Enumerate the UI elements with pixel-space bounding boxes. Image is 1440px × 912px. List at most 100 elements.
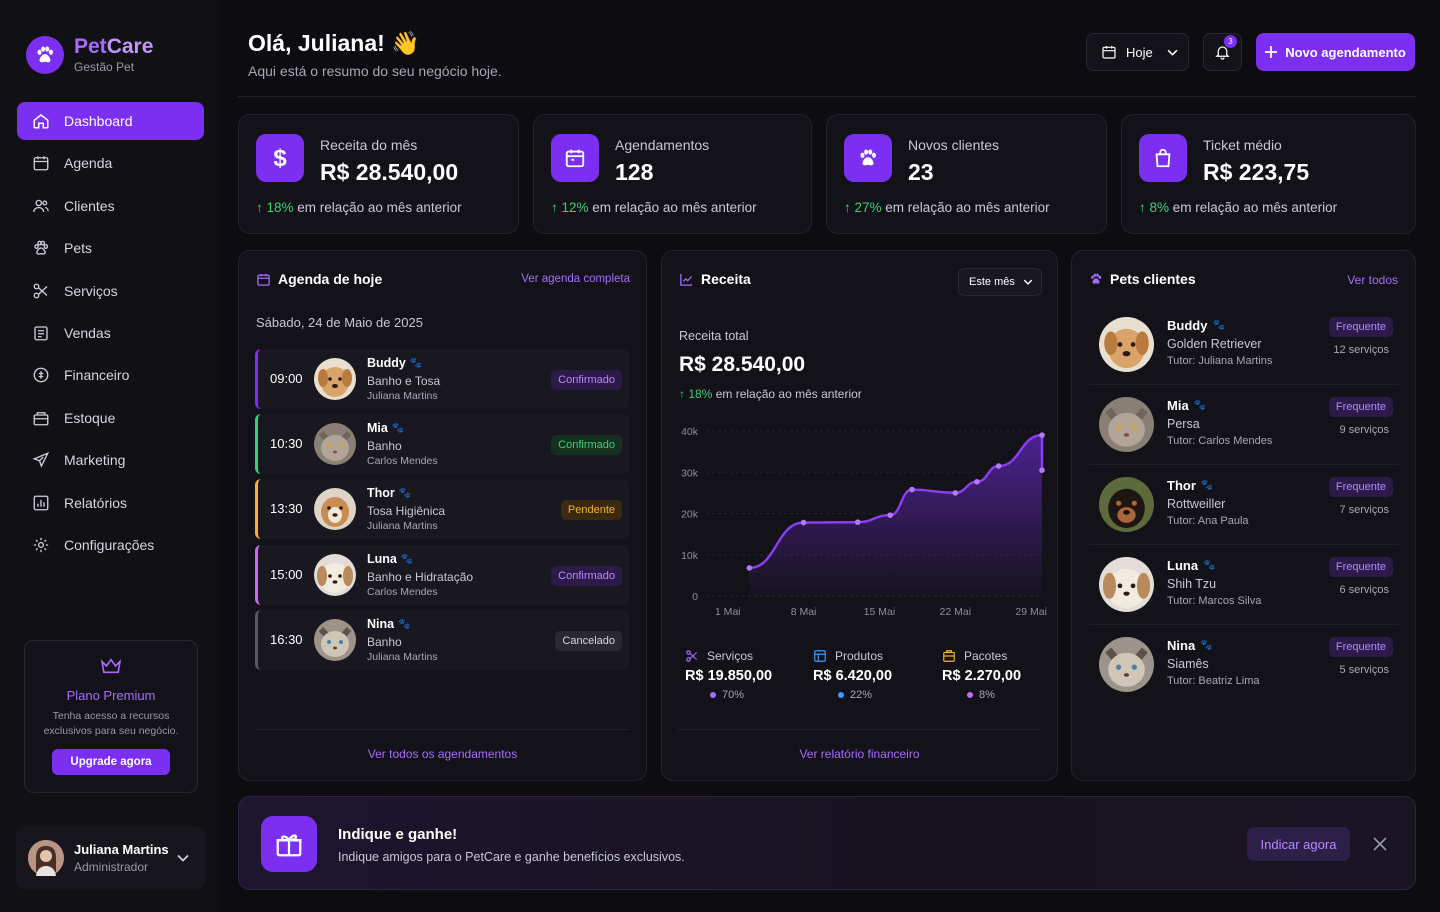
list-item[interactable]: Luna 🐾 Shih Tzu Tutor: Marcos Silva Frequ… <box>1089 545 1399 625</box>
list-item[interactable]: Mia 🐾 Persa Tutor: Carlos Mendes Frequent… <box>1089 385 1399 465</box>
list-item[interactable]: Nina 🐾 Siamês Tutor: Beatriz Lima Frequen… <box>1089 625 1399 705</box>
sidebar-item-clientes[interactable]: Clientes <box>17 187 204 225</box>
chevron-down-icon <box>1023 279 1033 285</box>
x-tick-label: 15 Mai <box>864 606 896 618</box>
list-item[interactable]: Buddy 🐾 Golden Retriever Tutor: Juliana M… <box>1089 305 1399 385</box>
new-appointment-button[interactable]: Novo agendamento <box>1256 33 1415 71</box>
data-point[interactable] <box>887 512 894 518</box>
sidebar-item-financeiro[interactable]: Financeiro <box>17 356 204 394</box>
date-filter-select[interactable]: Hoje <box>1086 33 1189 71</box>
appointment-item[interactable]: 09:00 Buddy 🐾 Banho e Tosa Juliana Martin… <box>255 349 629 409</box>
stat-card-appointments: Agendamentos 128 ↑ 12% em relação ao mês… <box>533 114 812 234</box>
appointment-time: 15:00 <box>270 567 303 582</box>
crown-icon <box>25 657 197 680</box>
breakdown-label: Serviços <box>707 649 754 663</box>
breakdown-pct: 8% <box>979 689 995 701</box>
upgrade-button[interactable]: Upgrade agora <box>52 749 170 775</box>
pets-card: Pets clientes Ver todos Buddy 🐾 Golden Re… <box>1071 250 1416 781</box>
appointment-time: 10:30 <box>270 436 303 451</box>
sidebar-item-vendas[interactable]: Vendas <box>17 314 204 352</box>
service-count: 6 serviços <box>1339 584 1389 596</box>
pet-breed: Golden Retriever <box>1167 337 1262 351</box>
list-item[interactable]: Thor 🐾 Rottweiller Tutor: Ana Paula Frequ… <box>1089 465 1399 545</box>
user-card[interactable]: Juliana Martins Administrador <box>16 826 205 890</box>
period-select[interactable]: Este mês <box>958 268 1042 296</box>
pet-tutor: Tutor: Juliana Martins <box>1167 355 1273 367</box>
stat-delta: ↑ 12% em relação ao mês anterior <box>551 200 757 215</box>
sidebar-item-servicos[interactable]: Serviços <box>17 272 204 310</box>
data-point[interactable] <box>974 478 980 485</box>
data-point[interactable] <box>909 486 915 493</box>
y-tick-label: 0 <box>692 591 698 603</box>
close-icon[interactable] <box>1371 835 1389 853</box>
sidebar-item-label: Marketing <box>64 452 126 469</box>
x-tick-label: 1 Mai <box>715 606 741 618</box>
appointment-time: 13:30 <box>270 501 303 516</box>
sidebar-item-label: Vendas <box>64 324 111 341</box>
referral-banner: Indique e ganhe! Indique amigos para o P… <box>238 796 1416 890</box>
sidebar-item-pets[interactable]: Pets <box>17 229 204 267</box>
date-filter-value: Hoje <box>1126 44 1153 60</box>
pet-breed: Shih Tzu <box>1167 577 1217 591</box>
view-financial-report-link[interactable]: Ver relatório financeiro <box>662 747 1057 761</box>
divider <box>678 729 1041 730</box>
view-all-pets-link[interactable]: Ver todos <box>1347 273 1398 287</box>
legend-dot <box>967 692 973 698</box>
stat-delta: ↑ 8% em relação ao mês anterior <box>1139 200 1338 215</box>
breakdown-label: Produtos <box>835 649 884 663</box>
paw-icon: 🐾 <box>1212 320 1225 331</box>
box-icon <box>32 409 50 427</box>
data-point[interactable] <box>1039 467 1045 473</box>
appointment-service: Banho e Hidratação <box>367 570 474 584</box>
sidebar-item-marketing[interactable]: Marketing <box>17 441 204 479</box>
logo[interactable]: PetCare Gestão Pet <box>26 36 153 74</box>
notifications-button[interactable]: 3 <box>1203 33 1242 71</box>
appointment-item[interactable]: 16:30 Nina 🐾 Banho Juliana Martins Cancel… <box>255 610 629 670</box>
referral-text: Indique amigos para o PetCare e ganhe be… <box>338 850 685 864</box>
pet-name: Nina 🐾 <box>1167 638 1213 653</box>
premium-title: Plano Premium <box>66 688 156 703</box>
status-badge: Pendente <box>560 500 622 520</box>
pet-photo <box>1099 637 1154 692</box>
data-point[interactable] <box>1039 432 1045 438</box>
y-tick-label: 20k <box>681 509 699 521</box>
sidebar-item-label: Estoque <box>64 409 116 426</box>
pet-photo <box>314 554 356 596</box>
paw-icon: 🐾 <box>391 422 405 434</box>
appointment-tutor: Carlos Mendes <box>367 455 438 467</box>
sidebar-item-label: Financeiro <box>64 367 130 384</box>
appointment-pet-name: Nina 🐾 <box>367 617 411 631</box>
sidebar-item-agenda[interactable]: Agenda <box>17 144 204 182</box>
y-tick-label: 40k <box>681 426 699 438</box>
calendar-icon <box>1101 44 1117 60</box>
breakdown-pct: 22% <box>850 689 873 701</box>
appointment-item[interactable]: 13:30 Thor 🐾 Tosa Higiênica Juliana Marti… <box>255 479 629 539</box>
paw-icon <box>32 239 50 257</box>
appointment-item[interactable]: 10:30 Mia 🐾 Banho Carlos Mendes Confirmad… <box>255 414 629 474</box>
data-point[interactable] <box>952 490 959 496</box>
data-point[interactable] <box>854 519 861 525</box>
stat-card-new-clients: Novos clientes 23 ↑ 27% em relação ao mê… <box>826 114 1107 234</box>
appointment-pet-name: Thor 🐾 <box>367 486 412 500</box>
pets-title: Pets clientes <box>1089 271 1196 287</box>
pet-breed: Siamês <box>1167 657 1209 671</box>
chevron-down-icon[interactable] <box>177 854 189 862</box>
data-point[interactable] <box>800 519 807 526</box>
x-tick-label: 29 Mai <box>1015 606 1047 618</box>
view-full-agenda-link[interactable]: Ver agenda completa <box>521 273 630 285</box>
bag-icon <box>1139 134 1187 182</box>
data-point[interactable] <box>995 463 1002 469</box>
data-point[interactable] <box>746 565 753 571</box>
status-badge: Confirmado <box>551 566 622 586</box>
appointment-pet-name: Buddy 🐾 <box>367 356 423 370</box>
refer-now-button[interactable]: Indicar agora <box>1247 827 1350 861</box>
sidebar-item-configuracoes[interactable]: Configurações <box>17 526 204 564</box>
product-icon <box>813 649 827 663</box>
home-icon <box>32 112 50 130</box>
sidebar-item-estoque[interactable]: Estoque <box>17 399 204 437</box>
sidebar-item-dashboard[interactable]: Dashboard <box>17 102 204 140</box>
appointment-item[interactable]: 15:00 Luna 🐾 Banho e Hidratação Carlos Me… <box>255 545 629 605</box>
calendar-icon <box>256 272 271 287</box>
sidebar-item-relatorios[interactable]: Relatórios <box>17 484 204 522</box>
view-all-appointments-link[interactable]: Ver todos os agendamentos <box>239 747 646 761</box>
